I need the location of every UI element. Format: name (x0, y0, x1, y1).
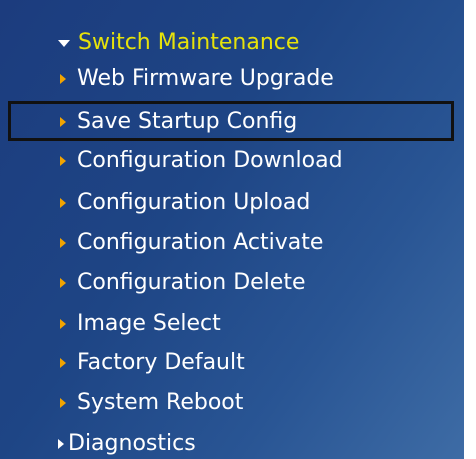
menu-item-label: Factory Default (77, 349, 245, 375)
menu-item-save-startup-config[interactable]: Save Startup Config (60, 105, 297, 137)
menu-item-label: Configuration Delete (77, 269, 306, 295)
caret-right-icon (60, 117, 66, 127)
menu-item-web-firmware-upgrade[interactable]: Web Firmware Upgrade (60, 62, 334, 94)
caret-right-icon (58, 439, 64, 449)
menu-item-configuration-download[interactable]: Configuration Download (60, 144, 343, 176)
menu-section-label: Diagnostics (68, 430, 196, 456)
caret-right-icon (60, 358, 66, 368)
caret-right-icon (60, 238, 66, 248)
caret-right-icon (60, 74, 66, 84)
menu-item-label: Image Select (77, 310, 221, 336)
caret-right-icon (60, 156, 66, 166)
caret-right-icon (60, 398, 66, 408)
menu-item-configuration-activate[interactable]: Configuration Activate (60, 226, 323, 258)
menu-item-system-reboot[interactable]: System Reboot (60, 386, 243, 418)
caret-right-icon (60, 319, 66, 329)
caret-right-icon (60, 278, 66, 288)
menu-item-factory-default[interactable]: Factory Default (60, 346, 245, 378)
menu-section-switch-maintenance[interactable]: Switch Maintenance (58, 26, 299, 58)
menu-item-configuration-delete[interactable]: Configuration Delete (60, 266, 305, 298)
menu-item-label: System Reboot (77, 389, 244, 415)
menu-item-configuration-upload[interactable]: Configuration Upload (60, 186, 310, 218)
menu-section-label: Switch Maintenance (78, 29, 300, 55)
menu-item-label: Save Startup Config (77, 108, 298, 134)
menu-item-image-select[interactable]: Image Select (60, 307, 221, 339)
menu-item-label: Web Firmware Upgrade (77, 65, 334, 91)
menu-item-label: Configuration Activate (77, 229, 324, 255)
menu-item-label: Configuration Upload (77, 189, 311, 215)
caret-right-icon (60, 198, 66, 208)
menu-item-label: Configuration Download (77, 147, 343, 173)
caret-down-icon (58, 40, 70, 47)
menu-section-diagnostics[interactable]: Diagnostics (58, 427, 196, 459)
navigation-menu: Switch Maintenance Web Firmware Upgrade … (0, 0, 476, 459)
page-edge (464, 0, 476, 459)
